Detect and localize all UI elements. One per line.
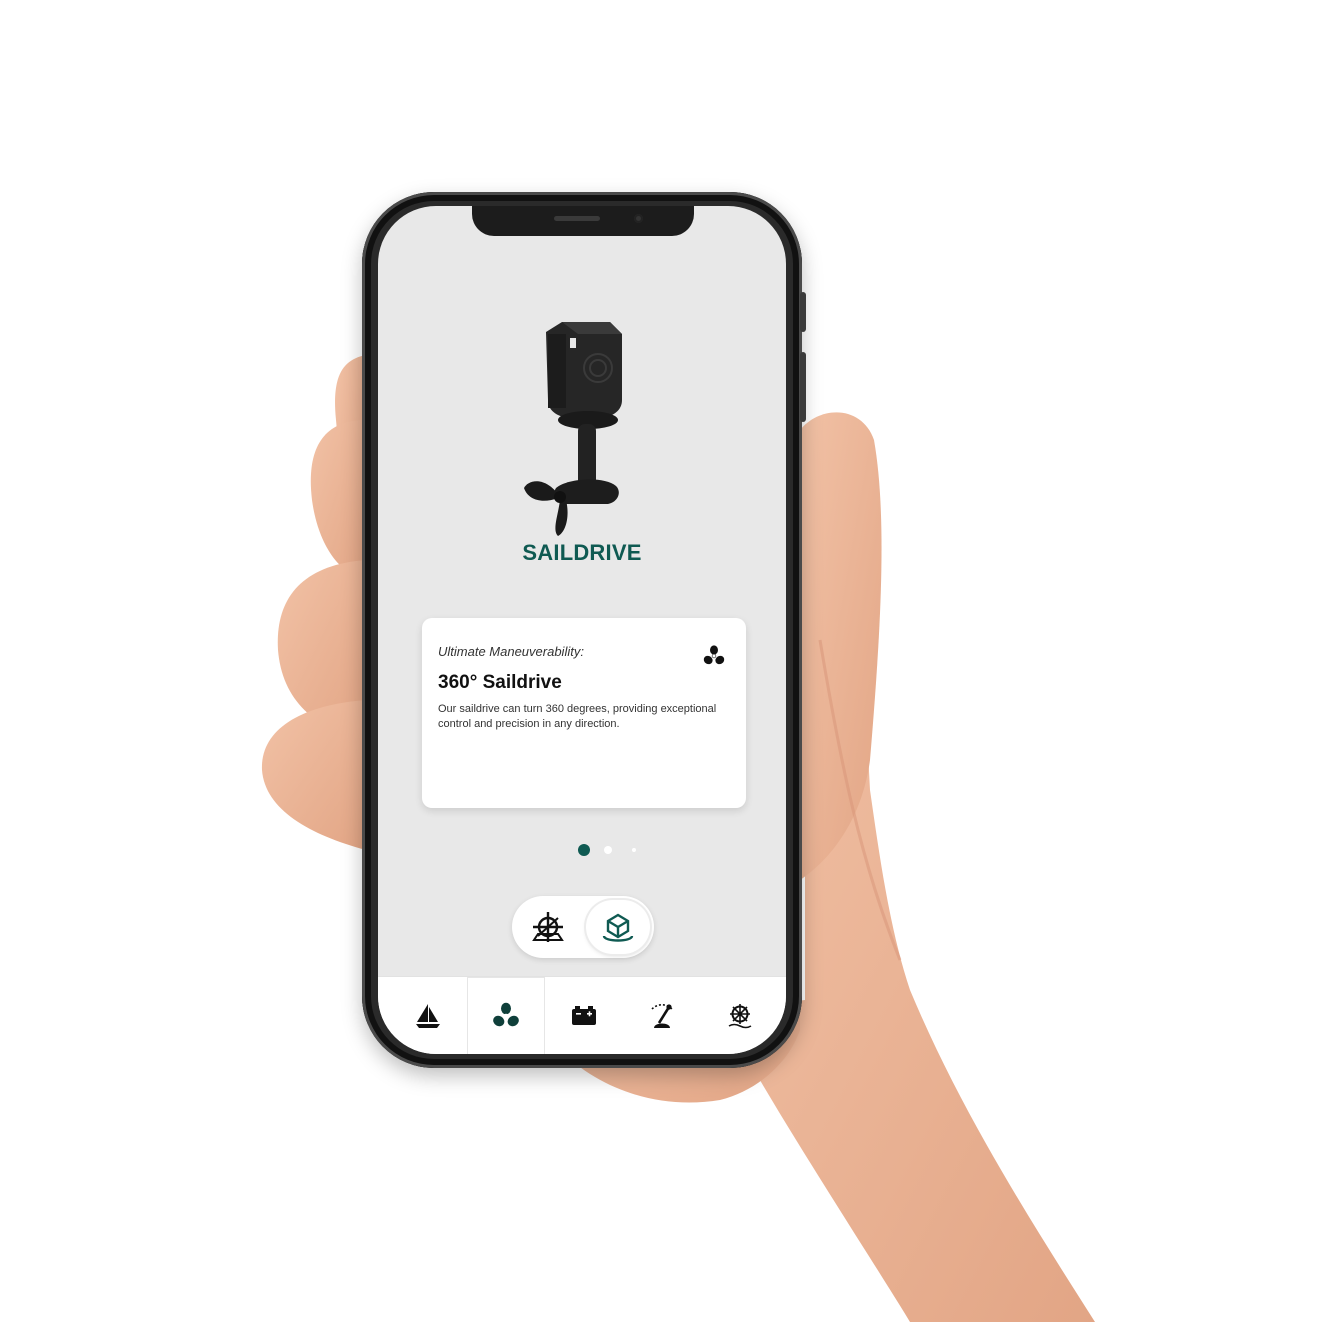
feature-title: 360° Saildrive (438, 672, 562, 693)
speaker (554, 216, 600, 221)
nav-item-throttle[interactable] (623, 977, 701, 1054)
saildrive-image (524, 322, 622, 536)
camera (634, 214, 643, 223)
phone-side-button (800, 292, 806, 332)
propeller-icon (493, 1002, 519, 1027)
bottom-navigation (378, 976, 786, 1054)
battery-icon (572, 1006, 596, 1025)
box-view-button[interactable] (586, 900, 650, 954)
sailboat-icon (416, 1004, 440, 1028)
feature-subtitle: Ultimate Maneuverability: (438, 644, 584, 659)
nav-item-ship-wheel[interactable] (701, 977, 779, 1054)
feature-description: Our saildrive can turn 360 degrees, prov… (438, 703, 717, 730)
box-3d-icon (602, 913, 634, 942)
helm-3d-icon (532, 912, 564, 942)
app-screen: SAILDRIVE Ultimate Maneuverability: 360°… (378, 206, 786, 1054)
phone-side-button (800, 352, 806, 422)
product-title: SAILDRIVE (522, 540, 642, 565)
phone-notch (472, 206, 694, 236)
pager-dot[interactable] (632, 848, 636, 852)
nav-item-sailboat[interactable] (389, 977, 467, 1054)
ship-wheel-icon (728, 1004, 752, 1029)
feature-card[interactable]: Ultimate Maneuverability: 360° Saildrive… (422, 618, 746, 808)
carousel-pager (378, 842, 786, 858)
pager-dot[interactable] (604, 846, 612, 854)
propeller-icon (703, 645, 725, 665)
pager-dot-active[interactable] (578, 844, 590, 856)
helm-view-button[interactable] (516, 900, 580, 954)
view-mode-toggle (512, 896, 654, 958)
nav-item-propeller[interactable] (467, 977, 545, 1054)
nav-item-battery[interactable] (545, 977, 623, 1054)
throttle-icon (651, 1004, 673, 1028)
